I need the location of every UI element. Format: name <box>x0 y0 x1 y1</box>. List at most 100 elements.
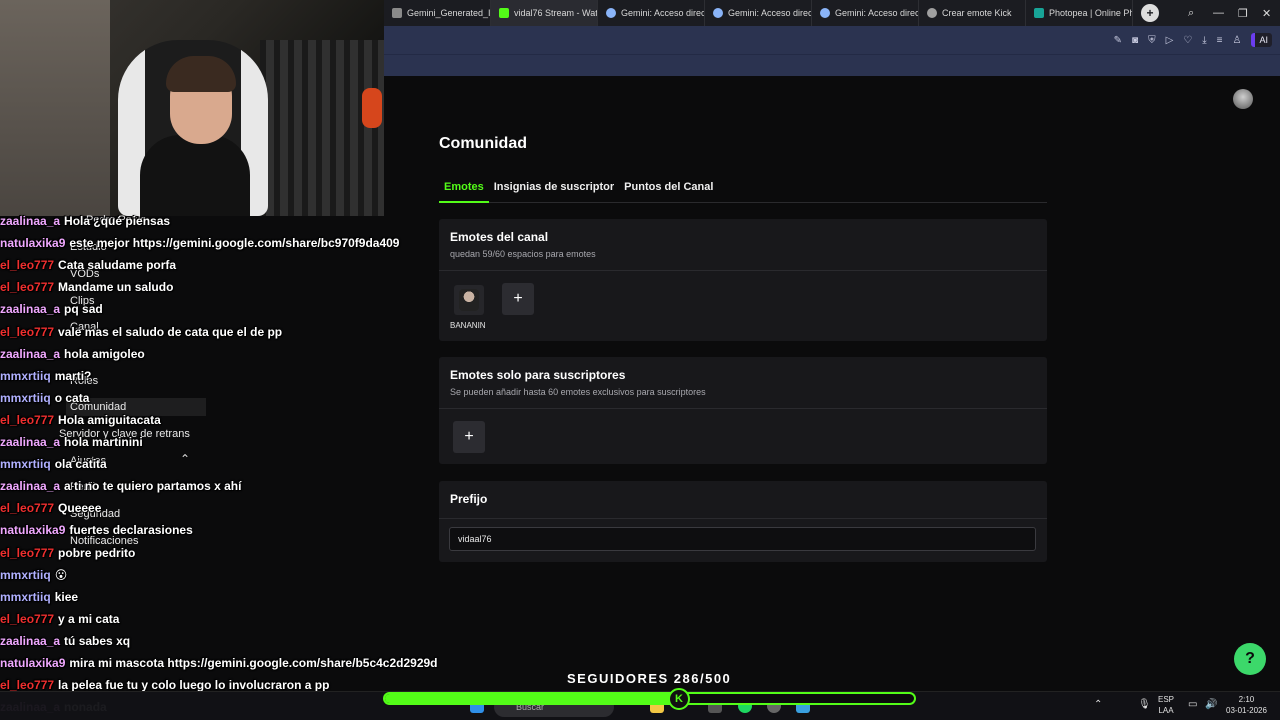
ai-button[interactable]: AI <box>1251 33 1272 47</box>
language-indicator[interactable]: ESP LAA <box>1158 694 1174 716</box>
browser-tab[interactable]: vidal76 Stream - Watch L <box>491 0 598 26</box>
support-chat-icon[interactable]: ? <box>1234 643 1266 675</box>
chat-message: mmxrtiiq 😮 <box>0 565 67 585</box>
tab-emotes[interactable]: Emotes <box>439 178 489 203</box>
volume-icon[interactable]: 🔊 <box>1205 699 1217 710</box>
card-subtitle: quedan 59/60 espacios para emotes <box>450 249 596 259</box>
chat-username[interactable]: mmxrtiiq <box>0 369 51 383</box>
emote-name: BANANIN <box>450 321 486 330</box>
prefix-input[interactable] <box>449 527 1036 551</box>
subscriber-emotes-card: Emotes solo para suscriptores Se pueden … <box>439 357 1047 464</box>
emote-thumbnail[interactable] <box>454 285 484 315</box>
chat-message: natulaxika9 fuertes declarasiones <box>0 520 193 540</box>
chat-username[interactable]: el_leo777 <box>0 258 54 272</box>
chat-username[interactable]: zaalinaa_a <box>0 435 60 449</box>
camera-icon[interactable]: ◙ <box>1132 35 1138 46</box>
browser-tab-bar: Gemini_Generated_Imag vidal76 Stream - W… <box>384 0 1280 26</box>
gemini-icon <box>820 8 830 18</box>
chat-text: vale mas el saludo de cata que el de pp <box>58 324 283 339</box>
chat-username[interactable]: zaalinaa_a <box>0 479 60 493</box>
chat-username[interactable]: el_leo777 <box>0 612 54 626</box>
add-subscriber-emote-button[interactable]: + <box>453 421 485 453</box>
clock[interactable]: 2:10 03-01-2026 <box>1226 694 1267 716</box>
browser-tab[interactable]: Gemini: Acceso directo a <box>598 0 705 26</box>
chat-username[interactable]: zaalinaa_a <box>0 634 60 648</box>
tray-chevron-icon[interactable]: ⌃ <box>1094 699 1102 710</box>
photopea-icon <box>1034 8 1044 18</box>
chat-message: mmxrtiiq o cata <box>0 388 89 408</box>
chat-username[interactable]: el_leo777 <box>0 325 54 339</box>
tab-subscriber-badges[interactable]: Insignias de suscriptor <box>489 178 619 203</box>
chat-username[interactable]: zaalinaa_a <box>0 302 60 316</box>
card-title: Emotes del canal <box>450 230 549 244</box>
close-icon[interactable]: ✕ <box>1262 0 1271 26</box>
chat-username[interactable]: mmxrtiiq <box>0 590 51 604</box>
chat-text: pobre pedrito <box>58 545 136 560</box>
microphone-icon[interactable]: 🎙 <box>1138 699 1151 710</box>
page-title: Comunidad <box>439 135 527 152</box>
user-avatar[interactable] <box>1233 89 1253 109</box>
chat-username[interactable]: zaalinaa_a <box>0 214 60 228</box>
chat-text: Cata saludame porfa <box>58 258 177 273</box>
download-icon[interactable]: ⤓ <box>1202 35 1206 46</box>
chat-text: 😮 <box>54 567 68 582</box>
heart-icon[interactable]: ♡ <box>1183 35 1192 46</box>
chat-username[interactable]: mmxrtiiq <box>0 391 51 405</box>
screen: Gemini_Generated_Imag vidal76 Stream - W… <box>0 0 1280 720</box>
browser-tab[interactable]: Gemini_Generated_Imag <box>384 0 491 26</box>
chat-message: el_leo777 vale mas el saludo de cata que … <box>0 322 282 342</box>
kick-logo-icon: K <box>668 688 690 710</box>
add-emote-button[interactable]: + <box>502 283 534 315</box>
tab-channel-points[interactable]: Puntos del Canal <box>619 178 718 203</box>
chat-message: zaalinaa_a hola amigoleo <box>0 344 145 364</box>
browser-tab[interactable]: Photopea | Online Photo <box>1026 0 1133 26</box>
browser-tab[interactable]: Gemini: Acceso directo a <box>705 0 812 26</box>
minimize-icon[interactable]: — <box>1213 0 1224 26</box>
chat-username[interactable]: el_leo777 <box>0 413 54 427</box>
monitor-icon[interactable]: ▭ <box>1188 699 1197 710</box>
chat-text: kiee <box>54 589 79 604</box>
chat-username[interactable]: el_leo777 <box>0 280 54 294</box>
menu-icon[interactable]: ≡ <box>1217 35 1223 46</box>
browser-tab[interactable]: Crear emote Kick <box>919 0 1026 26</box>
chat-username[interactable]: mmxrtiiq <box>0 568 51 582</box>
chat-message: zaalinaa_a tú sabes xq <box>0 631 130 651</box>
stream-chat-overlay: zaalinaa_a Hola ¿qué piensas natulaxika9 es… <box>0 210 440 720</box>
chat-username[interactable]: zaalinaa_a <box>0 347 60 361</box>
edit-icon[interactable]: ✎ <box>1114 35 1122 46</box>
chat-username[interactable]: natulaxika9 <box>0 656 65 670</box>
shield-icon[interactable]: ⛨ <box>1148 35 1156 46</box>
play-icon[interactable]: ▷ <box>1166 35 1174 46</box>
browser-toolbar: ✎ ◙ ⛨ ▷ ♡ ⤓ ≡ ♙ AI <box>384 26 1280 54</box>
chat-message: el_leo777 Mandame un saludo <box>0 277 173 297</box>
chat-message: mmxrtiiq ola catita <box>0 454 107 474</box>
chat-text: hola martinini <box>64 435 143 449</box>
chat-text: la pelea fue tu y colo luego lo involucr… <box>58 678 330 693</box>
gemini-icon <box>713 8 723 18</box>
search-tabs-icon[interactable]: ⌕ <box>1188 0 1194 26</box>
chat-message: el_leo777 Queeee <box>0 498 101 518</box>
profile-icon[interactable]: ♙ <box>1233 35 1242 46</box>
chat-message: natulaxika9 mira mi mascota https://gemin… <box>0 653 438 673</box>
chat-message: mmxrtiiq kiee <box>0 587 78 607</box>
chat-message: zaalinaa_a pq sad <box>0 299 103 319</box>
community-tabs: Emotes Insignias de suscriptor Puntos de… <box>439 178 1047 203</box>
card-title: Prefijo <box>450 492 488 506</box>
chat-text: Queeee <box>58 501 102 516</box>
browser-tab[interactable]: Gemini: Acceso directo a <box>812 0 919 26</box>
webcam-overlay <box>0 0 384 216</box>
maximize-icon[interactable]: ❐ <box>1238 0 1248 26</box>
chat-username[interactable]: el_leo777 <box>0 678 54 692</box>
chat-username[interactable]: el_leo777 <box>0 546 54 560</box>
chat-username[interactable]: natulaxika9 <box>0 523 65 537</box>
chat-username[interactable]: el_leo777 <box>0 501 54 515</box>
chat-username[interactable]: mmxrtiiq <box>0 457 51 471</box>
chat-text: fuertes declarasiones <box>69 523 193 538</box>
chat-username[interactable]: natulaxika9 <box>0 236 65 250</box>
chat-text: este mejor https://gemini.google.com/sha… <box>69 236 400 251</box>
chat-message: el_leo777 Cata saludame porfa <box>0 255 176 275</box>
card-subtitle: Se pueden añadir hasta 60 emotes exclusi… <box>450 387 706 397</box>
image-icon <box>392 8 402 18</box>
chat-message: natulaxika9 este mejor https://gemini.goo… <box>0 233 399 253</box>
new-tab-button[interactable]: + <box>1141 4 1159 22</box>
